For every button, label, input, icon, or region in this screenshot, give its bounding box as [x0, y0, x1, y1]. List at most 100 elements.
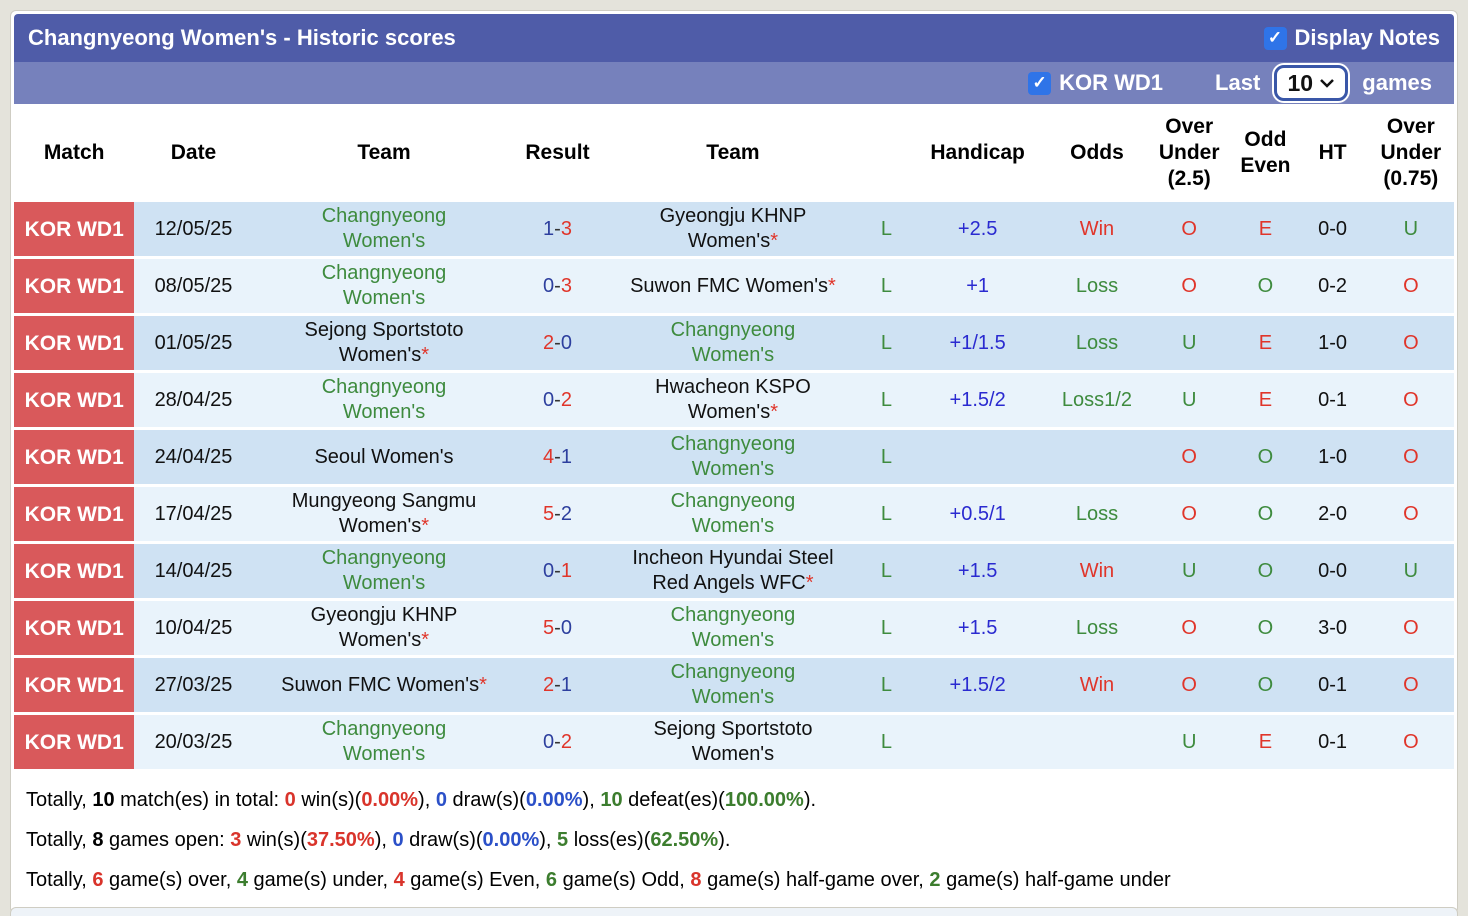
- next-section-edge: [10, 907, 1458, 916]
- odd-even: E: [1233, 202, 1298, 256]
- totals-summary: Totally, 10 match(es) in total: 0 win(s)…: [14, 772, 1454, 910]
- league-badge: KOR WD1: [14, 544, 135, 598]
- games-label: games: [1362, 70, 1432, 95]
- handicap-value: +1.5/2: [906, 373, 1049, 427]
- odds-result: Win: [1048, 544, 1146, 598]
- result-score: 5-0: [515, 601, 600, 655]
- over-under-25: O: [1145, 202, 1234, 256]
- match-date: 14/04/25: [134, 544, 253, 598]
- odd-even: O: [1233, 487, 1298, 541]
- result-letter: L: [866, 487, 907, 541]
- odds-result: Win: [1048, 658, 1146, 712]
- over-under-075: O: [1367, 658, 1454, 712]
- result-letter: L: [866, 715, 907, 769]
- result-score: 0-3: [515, 259, 600, 313]
- team-star-marker: *: [479, 673, 487, 696]
- games-count-value: 10: [1287, 69, 1314, 96]
- odds-result: [1048, 430, 1146, 484]
- match-date: 17/04/25: [134, 487, 253, 541]
- over-under-25: U: [1145, 373, 1234, 427]
- result-letter: L: [866, 259, 907, 313]
- over-under-075: U: [1367, 202, 1454, 256]
- league-badge: KOR WD1: [14, 715, 135, 769]
- team-star-marker: *: [421, 344, 430, 366]
- odds-result: Loss: [1048, 316, 1146, 370]
- col-odd-even: Odd Even: [1233, 107, 1298, 199]
- away-team: Hwacheon KSPO Women's*: [599, 373, 867, 427]
- display-notes-checkbox[interactable]: ✓: [1263, 26, 1287, 50]
- league-badge: KOR WD1: [14, 373, 135, 427]
- table-row: KOR WD1 14/04/25 Changnyeong Women's 0-1…: [14, 544, 1454, 598]
- col-result: Result: [515, 107, 600, 199]
- match-date: 24/04/25: [134, 430, 253, 484]
- ht-score: 3-0: [1297, 601, 1368, 655]
- handicap-value: [906, 715, 1049, 769]
- league-filter-checkbox[interactable]: ✓: [1028, 71, 1052, 95]
- odd-even: O: [1233, 658, 1298, 712]
- result-letter: L: [866, 544, 907, 598]
- odd-even: E: [1233, 373, 1298, 427]
- filter-bar: ✓ KOR WD1 Last 10 games: [14, 62, 1454, 104]
- summary-total-matches: Totally, 10 match(es) in total: 0 win(s)…: [26, 789, 817, 811]
- over-under-075: O: [1367, 430, 1454, 484]
- result-score: 2-1: [515, 658, 600, 712]
- col-letter: [866, 107, 907, 199]
- result-score: 5-2: [515, 487, 600, 541]
- handicap-value: +2.5: [906, 202, 1049, 256]
- home-team: Sejong Sportstoto Women's*: [252, 316, 516, 370]
- odd-even: O: [1233, 259, 1298, 313]
- ht-score: 1-0: [1297, 430, 1368, 484]
- result-score: 1-3: [515, 202, 600, 256]
- team-star-marker: *: [828, 274, 836, 297]
- ht-score: 0-0: [1297, 202, 1368, 256]
- title-bar: Changnyeong Women's - Historic scores ✓ …: [14, 14, 1454, 62]
- handicap-value: +1.5: [906, 544, 1049, 598]
- ht-score: 0-1: [1297, 373, 1368, 427]
- away-team: Changnyeong Women's: [599, 487, 867, 541]
- display-notes-label: Display Notes: [1294, 25, 1441, 50]
- result-letter: L: [866, 316, 907, 370]
- col-over-under-25: Over Under (2.5): [1145, 107, 1234, 199]
- over-under-25: O: [1145, 430, 1234, 484]
- odds-result: Loss: [1048, 259, 1146, 313]
- ht-score: 0-0: [1297, 544, 1368, 598]
- match-date: 08/05/25: [134, 259, 253, 313]
- table-header-row: Match Date Team Result Team Handicap Odd…: [14, 107, 1454, 199]
- col-ht: HT: [1297, 107, 1368, 199]
- table-row: KOR WD1 10/04/25 Gyeongju KHNP Women's* …: [14, 601, 1454, 655]
- odd-even: O: [1233, 544, 1298, 598]
- league-badge: KOR WD1: [14, 259, 135, 313]
- over-under-25: U: [1145, 316, 1234, 370]
- over-under-25: O: [1145, 658, 1234, 712]
- summary-over-under: Totally, 6 game(s) over, 4 game(s) under…: [26, 869, 1171, 891]
- match-date: 01/05/25: [134, 316, 253, 370]
- odd-even: O: [1233, 430, 1298, 484]
- over-under-075: O: [1367, 715, 1454, 769]
- league-badge: KOR WD1: [14, 316, 135, 370]
- handicap-value: +1: [906, 259, 1049, 313]
- chevron-down-icon: [1319, 78, 1335, 88]
- col-handicap: Handicap: [906, 107, 1049, 199]
- match-date: 12/05/25: [134, 202, 253, 256]
- away-team: Suwon FMC Women's*: [599, 259, 867, 313]
- over-under-25: O: [1145, 487, 1234, 541]
- home-team: Gyeongju KHNP Women's*: [252, 601, 516, 655]
- games-count-select[interactable]: 10: [1274, 65, 1349, 101]
- table-row: KOR WD1 20/03/25 Changnyeong Women's 0-2…: [14, 715, 1454, 769]
- table-row: KOR WD1 12/05/25 Changnyeong Women's 1-3…: [14, 202, 1454, 256]
- over-under-25: O: [1145, 259, 1234, 313]
- home-team: Changnyeong Women's: [252, 715, 516, 769]
- over-under-25: U: [1145, 715, 1234, 769]
- ht-score: 0-2: [1297, 259, 1368, 313]
- table-row: KOR WD1 08/05/25 Changnyeong Women's 0-3…: [14, 259, 1454, 313]
- odd-even: E: [1233, 715, 1298, 769]
- match-date: 28/04/25: [134, 373, 253, 427]
- result-score: 0-2: [515, 715, 600, 769]
- home-team: Changnyeong Women's: [252, 373, 516, 427]
- league-filter-label: KOR WD1: [1059, 70, 1164, 95]
- handicap-value: [906, 430, 1049, 484]
- match-date: 20/03/25: [134, 715, 253, 769]
- over-under-075: O: [1367, 487, 1454, 541]
- table-row: KOR WD1 17/04/25 Mungyeong Sangmu Women'…: [14, 487, 1454, 541]
- handicap-value: +1.5/2: [906, 658, 1049, 712]
